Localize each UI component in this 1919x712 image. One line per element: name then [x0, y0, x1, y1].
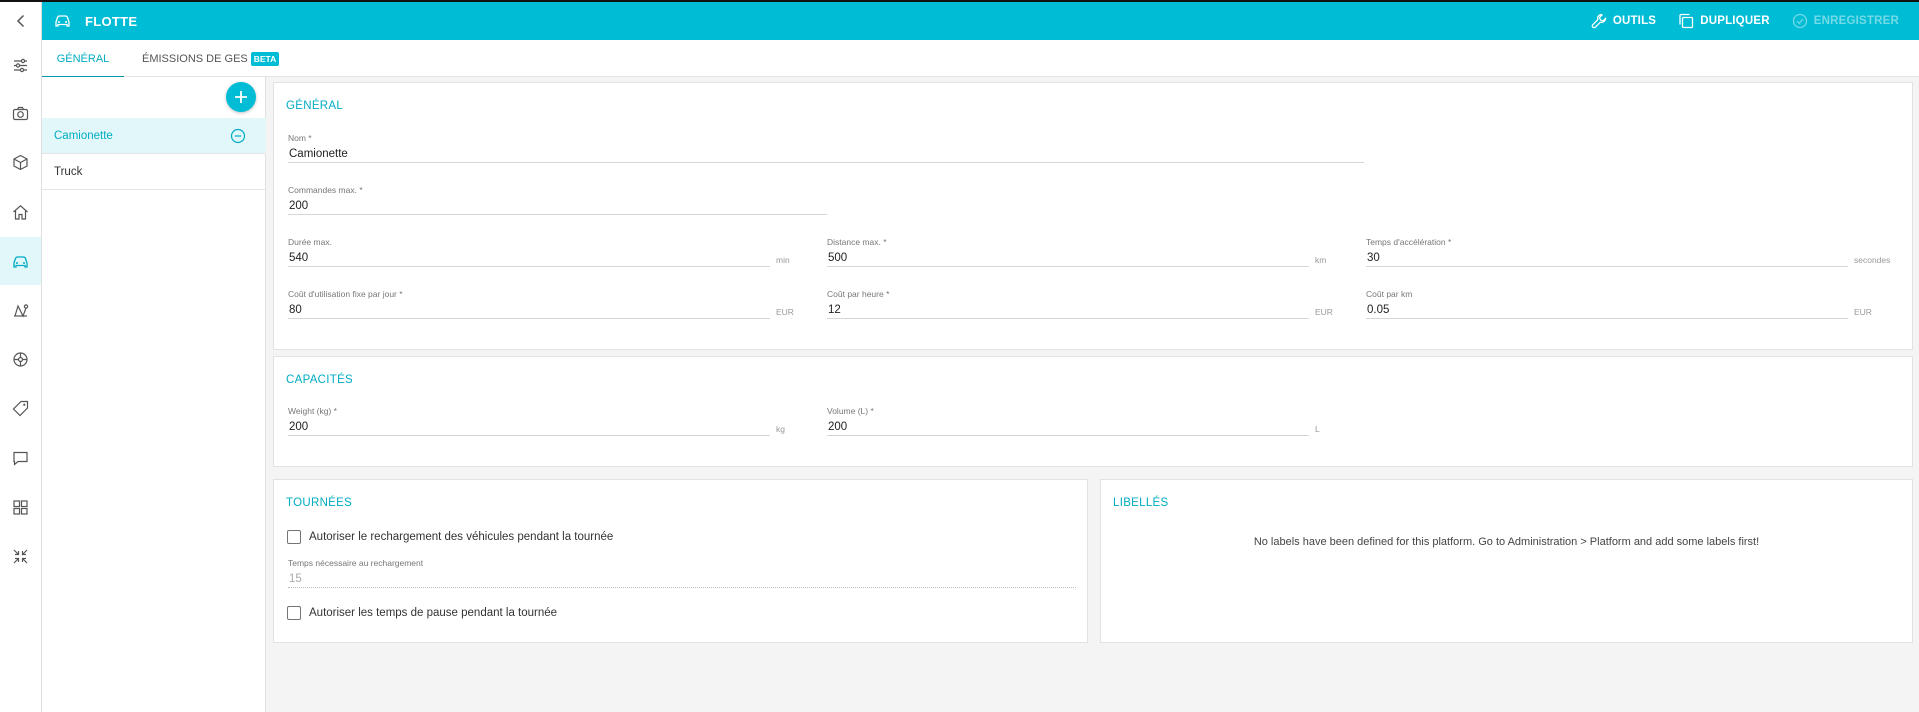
tag-icon: [12, 400, 29, 416]
unit-label: EUR: [1315, 307, 1333, 317]
max-orders-input[interactable]: 200: [288, 197, 827, 215]
duplicate-label: DUPLIQUER: [1700, 15, 1770, 27]
settings-sliders-icon: [14, 58, 27, 72]
tab-ghg-label: ÉMISSIONS DE GES: [142, 52, 248, 65]
vehicle-name: Camionette: [54, 129, 113, 142]
cube-icon: [13, 154, 28, 170]
page-title: FLOTTE: [85, 13, 138, 29]
field-label: Coût par km: [1366, 289, 1413, 299]
checkbox[interactable]: [287, 606, 301, 620]
unit-label: EUR: [1854, 307, 1872, 317]
max-distance-input[interactable]: 500: [827, 249, 1309, 267]
nav-camera[interactable]: [0, 89, 41, 137]
field-label: Coût d'utilisation fixe par jour *: [288, 289, 403, 299]
tours-card: TOURNÉES Autoriser le rechargement des v…: [273, 479, 1088, 643]
wheel-icon: [13, 351, 28, 367]
car-icon: [55, 15, 70, 27]
field-label: Distance max. *: [827, 237, 887, 247]
tab-bar: GÉNÉRAL ÉMISSIONS DE GES BETA: [42, 40, 1919, 78]
compress-icon: [13, 549, 28, 563]
section-title: GÉNÉRAL: [286, 100, 344, 112]
field-label: Weight (kg) *: [288, 406, 337, 416]
add-vehicle-button[interactable]: [226, 82, 256, 112]
volume-input[interactable]: 200: [827, 418, 1309, 436]
nav-tags[interactable]: [0, 384, 41, 432]
nav-routes[interactable]: [0, 286, 41, 334]
capacities-card: CAPACITÉS Weight (kg) * 200 kg Volume (L…: [273, 356, 1913, 467]
field-label: Volume (L) *: [827, 406, 874, 416]
field-label: Durée max.: [288, 237, 332, 247]
route-icon: [14, 303, 29, 317]
app-title: FLOTTE: [54, 14, 137, 29]
section-title: CAPACITÉS: [286, 374, 354, 386]
field-label: Temps d'accélération *: [1366, 237, 1452, 247]
home-icon: [13, 204, 28, 220]
field-label: Temps nécessaire au rechargement: [288, 558, 424, 568]
camera-icon: [12, 106, 29, 120]
check-circle-icon: [1792, 13, 1807, 29]
list-item[interactable]: Camionette: [42, 118, 266, 154]
section-title: TOURNÉES: [286, 497, 353, 509]
left-nav-rail: [0, 40, 42, 712]
nav-wheel[interactable]: [0, 335, 41, 383]
unit-label: L: [1315, 424, 1320, 434]
nav-settings[interactable]: [0, 41, 41, 89]
weight-input[interactable]: 200: [288, 418, 770, 436]
cost-per-km-input[interactable]: 0.05: [1366, 301, 1848, 319]
nav-home[interactable]: [0, 188, 41, 236]
back-button[interactable]: [0, 2, 42, 40]
allow-recharge-checkbox[interactable]: Autoriser le rechargement des véhicules …: [287, 530, 613, 544]
unit-label: km: [1315, 255, 1327, 265]
vehicle-list-panel: Camionette Truck: [42, 77, 266, 712]
tab-general[interactable]: GÉNÉRAL: [42, 40, 124, 78]
tab-ghg-emissions[interactable]: ÉMISSIONS DE GES BETA: [124, 40, 297, 77]
unit-label: kg: [776, 424, 785, 434]
vehicle-name: Truck: [54, 165, 83, 178]
copy-icon: [1679, 13, 1694, 29]
unit-label: EUR: [776, 307, 794, 317]
empty-labels-message: No labels have been defined for this pla…: [1253, 536, 1760, 548]
labels-card: LIBELLÉS No labels have been defined for…: [1100, 479, 1913, 643]
duplicate-button[interactable]: DUPLIQUER: [1678, 13, 1770, 29]
grid-icon: [13, 499, 28, 515]
recharge-time-input: 15: [288, 570, 1076, 588]
chevron-left-icon: [16, 14, 24, 28]
wrench-icon: [1591, 13, 1607, 29]
fixed-cost-input[interactable]: 80: [288, 301, 770, 319]
max-duration-input[interactable]: 540: [288, 249, 770, 267]
nav-compress[interactable]: [0, 532, 41, 580]
save-label: ENREGISTRER: [1813, 15, 1899, 27]
field-label: Nom *: [288, 133, 312, 143]
unit-label: min: [776, 255, 790, 265]
cost-per-hour-input[interactable]: 12: [827, 301, 1309, 319]
nav-messages[interactable]: [0, 434, 41, 482]
checkbox-label: Autoriser le rechargement des véhicules …: [309, 531, 614, 543]
plus-icon: [235, 91, 247, 103]
remove-circle-icon[interactable]: [230, 128, 246, 144]
tab-general-label: GÉNÉRAL: [56, 52, 110, 65]
unit-label: secondes: [1854, 255, 1891, 265]
field-label: Commandes max. *: [288, 185, 363, 195]
app-header: FLOTTE OUTILS DUPLIQUER ENREGISTRER: [0, 0, 1919, 40]
chat-icon: [13, 451, 28, 466]
general-card: GÉNÉRAL Nom * Camionette Commandes max. …: [273, 82, 1913, 350]
save-button[interactable]: ENREGISTRER: [1792, 13, 1899, 29]
section-title: LIBELLÉS: [1113, 497, 1169, 509]
checkbox-label: Autoriser les temps de pause pendant la …: [309, 607, 558, 619]
car-icon: [13, 255, 28, 268]
allow-breaks-checkbox[interactable]: Autoriser les temps de pause pendant la …: [287, 606, 557, 620]
tools-button[interactable]: OUTILS: [1591, 13, 1656, 29]
tools-label: OUTILS: [1612, 15, 1657, 27]
beta-badge: BETA: [250, 51, 280, 66]
nav-fleet[interactable]: [0, 237, 41, 285]
nav-apps[interactable]: [0, 483, 41, 531]
name-input[interactable]: Camionette: [288, 145, 1364, 163]
nav-products[interactable]: [0, 138, 41, 186]
list-item[interactable]: Truck: [42, 154, 266, 190]
checkbox[interactable]: [287, 530, 301, 544]
field-label: Coût par heure *: [827, 289, 890, 299]
acceleration-time-input[interactable]: 30: [1366, 249, 1848, 267]
